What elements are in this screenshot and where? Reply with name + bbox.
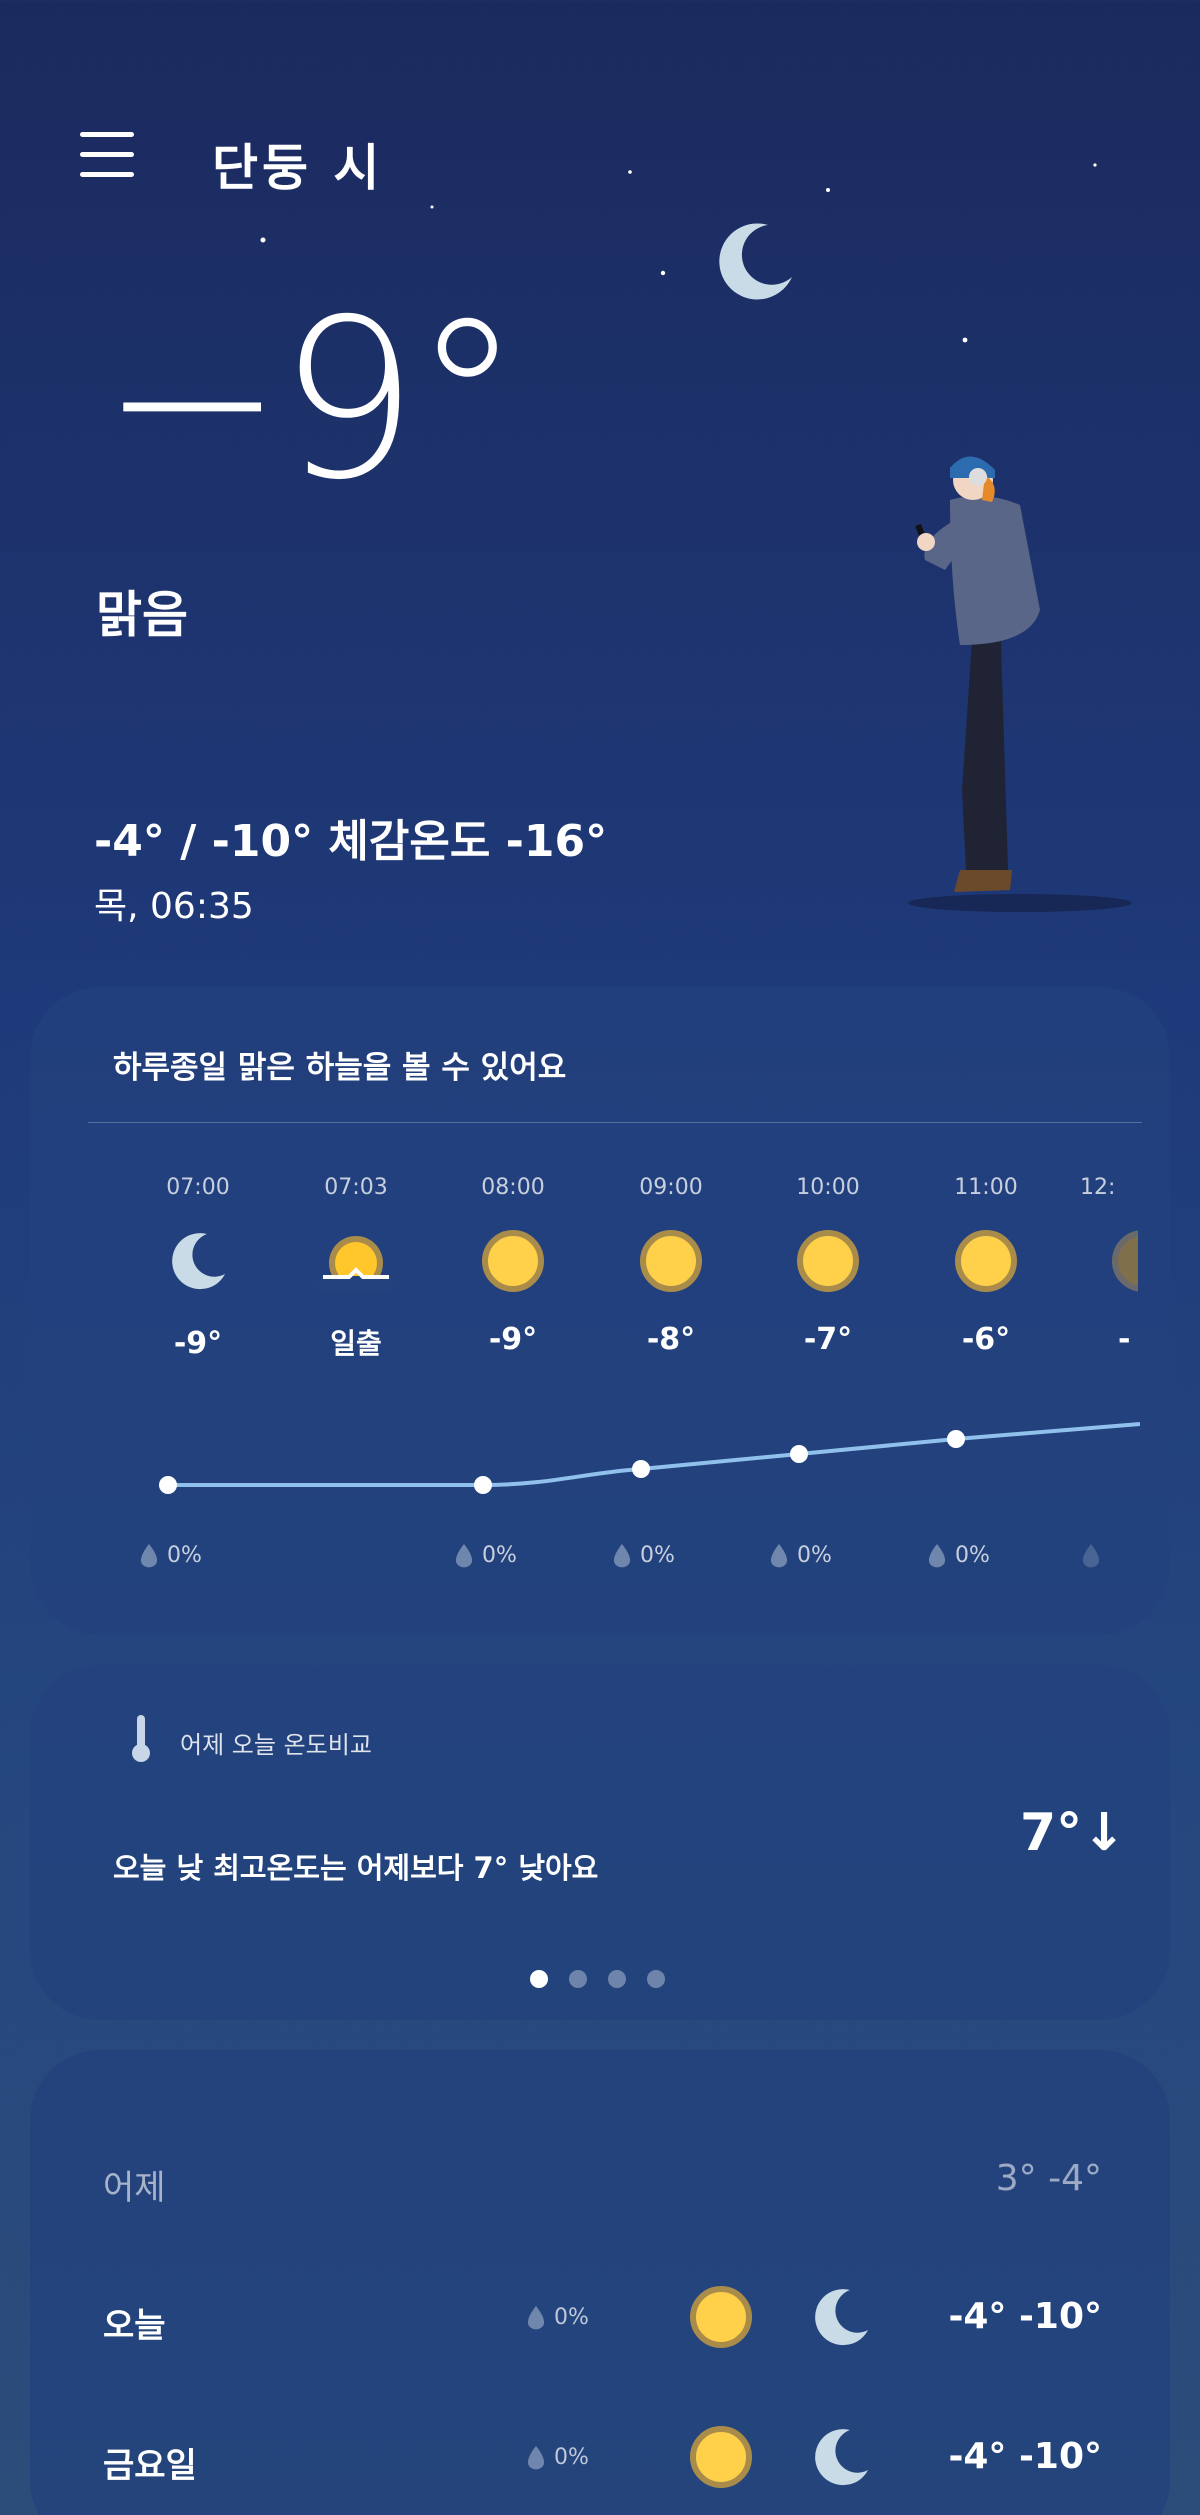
- hour-temperature: -8°: [646, 1322, 696, 1357]
- sun-icon: [690, 2286, 752, 2348]
- divider: [88, 1122, 1142, 1123]
- rain-chance: 0%: [768, 1542, 832, 1570]
- hourly-item[interactable]: 11:00 -6°: [921, 1175, 1051, 1357]
- hour-time: 12:: [1080, 1175, 1116, 1200]
- hourly-item[interactable]: 09:00 -8°: [606, 1175, 736, 1357]
- rain-chance: 0%: [525, 2444, 589, 2472]
- raindrop-icon: [140, 1544, 158, 1568]
- raindrop-icon: [928, 1544, 946, 1568]
- rain-chance: 0%: [926, 1542, 990, 1570]
- hourly-item[interactable]: 08:00 -9°: [448, 1175, 578, 1357]
- daily-row-friday[interactable]: 금요일 0% -4° -10°: [30, 2408, 1170, 2508]
- page-dot[interactable]: [647, 1970, 665, 1988]
- rain-percent: 0%: [482, 1543, 517, 1568]
- raindrop-icon: [527, 2446, 545, 2470]
- rain-percent: 0%: [955, 1543, 990, 1568]
- hour-time: 07:00: [166, 1175, 230, 1200]
- page-dot[interactable]: [569, 1970, 587, 1988]
- daily-row-yesterday[interactable]: 어제 3° -4°: [30, 2130, 1170, 2230]
- rain-percent: 0%: [554, 2305, 589, 2330]
- day-high-low: -4° -10°: [948, 2436, 1102, 2477]
- rain-chance: 0%: [525, 2304, 589, 2332]
- rain-chance: [1080, 1542, 1102, 1570]
- rain-percent: 0%: [797, 1543, 832, 1568]
- day-name: 어제: [103, 2168, 166, 2208]
- rain-chance: 0%: [453, 1542, 517, 1570]
- hour-temperature: -9°: [173, 1326, 223, 1361]
- hour-temperature: -9°: [488, 1322, 538, 1357]
- hourly-item[interactable]: 10:00 -7°: [763, 1175, 893, 1357]
- hamburger-menu-icon[interactable]: [80, 132, 134, 186]
- weather-condition: 맑음: [96, 586, 188, 644]
- temperature-difference: 7°↓: [1020, 1803, 1126, 1863]
- page-dot[interactable]: [530, 1970, 548, 1988]
- day-name: 금요일: [103, 2446, 197, 2486]
- moon-icon: [815, 2429, 868, 2486]
- moon-icon: [172, 1233, 225, 1290]
- hour-temperature: -: [1118, 1322, 1131, 1357]
- sun-icon: [797, 1230, 859, 1292]
- sun-icon: [1112, 1230, 1138, 1292]
- hour-time: 10:00: [796, 1175, 860, 1200]
- raindrop-icon: [455, 1544, 473, 1568]
- day-name: 오늘: [103, 2306, 166, 2346]
- person-illustration: [908, 456, 1132, 912]
- daily-row-today[interactable]: 오늘 0% -4° -10°: [30, 2268, 1170, 2368]
- hour-temperature: -7°: [803, 1322, 853, 1357]
- hour-time: 11:00: [954, 1175, 1018, 1200]
- rain-chance: 0%: [611, 1542, 675, 1570]
- hourly-summary: 하루종일 맑은 하늘을 볼 수 있어요: [113, 1050, 567, 1086]
- page-indicator[interactable]: [530, 1970, 686, 1992]
- sunrise-icon: [319, 1236, 393, 1292]
- rain-percent: 0%: [554, 2445, 589, 2470]
- raindrop-icon: [770, 1544, 788, 1568]
- compare-text: 오늘 낮 최고온도는 어제보다 7° 낮아요: [113, 1851, 599, 1885]
- page-dot[interactable]: [608, 1970, 626, 1988]
- compare-title: 어제 오늘 온도비교: [180, 1731, 372, 1759]
- date-time: 목, 06:35: [94, 886, 254, 927]
- temperature-compare-card[interactable]: 어제 오늘 온도비교 오늘 낮 최고온도는 어제보다 7° 낮아요 7°↓: [30, 1665, 1170, 2020]
- raindrop-icon: [527, 2306, 545, 2330]
- sunrise-label: 일출: [330, 1327, 382, 1360]
- hour-temperature: -6°: [961, 1322, 1011, 1357]
- rain-chance: 0%: [138, 1542, 202, 1570]
- raindrop-icon: [613, 1544, 631, 1568]
- day-high-low: 3° -4°: [995, 2158, 1102, 2199]
- temperature-trend-line: [159, 1422, 1140, 1494]
- sun-icon: [690, 2426, 752, 2488]
- rain-percent: 0%: [167, 1543, 202, 1568]
- hour-time: 08:00: [481, 1175, 545, 1200]
- hour-time: 09:00: [639, 1175, 703, 1200]
- hourly-item[interactable]: 07:03 일출: [291, 1175, 421, 1362]
- city-name[interactable]: 단둥 시: [212, 128, 383, 200]
- sun-icon: [482, 1230, 544, 1292]
- moon-icon: [815, 2289, 868, 2346]
- high-low-feels-like: -4° / -10° 체감온도 -16°: [94, 816, 608, 867]
- sun-icon: [955, 1230, 1017, 1292]
- raindrop-icon: [1082, 1544, 1100, 1568]
- hourly-forecast-card: 하루종일 맑은 하늘을 볼 수 있어요 07:00 -9° 07:03 일출 0…: [30, 987, 1170, 1635]
- sun-icon: [640, 1230, 702, 1292]
- day-high-low: -4° -10°: [948, 2296, 1102, 2337]
- daily-forecast-card: 어제 3° -4° 오늘 0% -4° -10° 금요일 0% -4° -10°: [30, 2050, 1170, 2515]
- moon-icon: [719, 223, 792, 300]
- rain-percent: 0%: [640, 1543, 675, 1568]
- current-temperature: −9°: [100, 272, 522, 528]
- thermometer-icon: [132, 1715, 150, 1762]
- hour-time: 07:03: [324, 1175, 388, 1200]
- hourly-item[interactable]: 07:00 -9°: [133, 1175, 263, 1361]
